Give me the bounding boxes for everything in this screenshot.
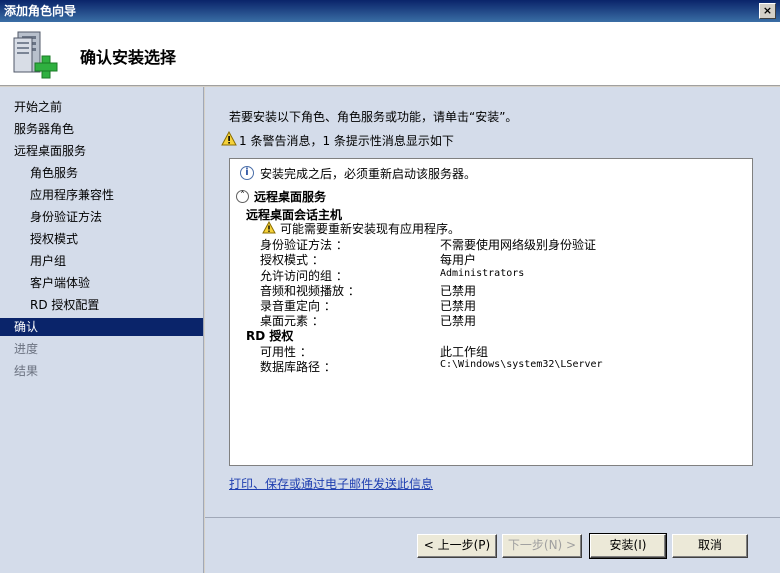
nav-item-rd-licensing-config[interactable]: RD 授权配置 bbox=[30, 296, 99, 314]
wizard-header: 确认安装选择 bbox=[0, 22, 780, 86]
nav-item-confirmation[interactable]: 确认 bbox=[0, 318, 203, 336]
nav-item-client-experience[interactable]: 客户端体验 bbox=[30, 274, 90, 292]
install-button[interactable]: 安装(I) bbox=[589, 533, 667, 559]
detail-value: C:\Windows\system32\LServer bbox=[440, 359, 603, 370]
detail-value: 已禁用 bbox=[440, 314, 477, 328]
restart-info-text: 安装完成之后，必须重新启动该服务器。 bbox=[260, 167, 477, 181]
nav-item-licensing-mode[interactable]: 授权模式 bbox=[30, 230, 78, 248]
window-titlebar: 添加角色向导 × bbox=[0, 0, 780, 22]
page-title: 确认安装选择 bbox=[80, 48, 177, 67]
info-icon: i bbox=[240, 166, 254, 180]
next-button: 下一步(N) > bbox=[502, 534, 582, 558]
wizard-footer: < 上一步(P) 下一步(N) > 安装(I) 取消 bbox=[205, 517, 780, 573]
detail-value: Administrators bbox=[440, 268, 525, 279]
detail-key: 授权模式 ： bbox=[260, 253, 324, 267]
nav-item-remote-desktop-services[interactable]: 远程桌面服务 bbox=[14, 142, 86, 160]
details-panel[interactable]: i 安装完成之后，必须重新启动该服务器。 ˄ 远程桌面服务 远程桌面会话主机 可… bbox=[229, 158, 753, 466]
section-title: 远程桌面服务 bbox=[254, 190, 327, 204]
nav-item-role-services[interactable]: 角色服务 bbox=[30, 164, 78, 182]
server-add-icon bbox=[13, 31, 58, 79]
wizard-nav: 开始之前 服务器角色 远程桌面服务 角色服务 应用程序兼容性 身份验证方法 授权… bbox=[0, 87, 204, 573]
cancel-button[interactable]: 取消 bbox=[672, 534, 748, 558]
warning-summary: 1 条警告消息，1 条提示性消息显示如下 bbox=[239, 134, 454, 148]
wizard-content: 若要安装以下角色、角色服务或功能，请单击“安装”。 1 条警告消息，1 条提示性… bbox=[205, 87, 780, 517]
print-save-email-link[interactable]: 打印、保存或通过电子邮件发送此信息 bbox=[229, 475, 433, 492]
intro-text: 若要安装以下角色、角色服务或功能，请单击“安装”。 bbox=[229, 110, 518, 124]
group-title-rd-licensing: RD 授权 bbox=[246, 329, 294, 343]
warning-icon bbox=[221, 131, 237, 146]
previous-button[interactable]: < 上一步(P) bbox=[417, 534, 497, 558]
warning-icon bbox=[262, 221, 276, 234]
window-title: 添加角色向导 bbox=[4, 4, 77, 18]
nav-item-progress: 进度 bbox=[14, 342, 39, 356]
reinstall-note: 可能需要重新安装现有应用程序。 bbox=[280, 222, 461, 236]
detail-value: 此工作组 bbox=[440, 345, 489, 359]
nav-item-app-compatibility[interactable]: 应用程序兼容性 bbox=[30, 186, 114, 204]
close-button[interactable]: × bbox=[759, 3, 776, 19]
nav-item-user-groups[interactable]: 用户组 bbox=[30, 252, 66, 270]
nav-item-server-roles[interactable]: 服务器角色 bbox=[14, 120, 74, 138]
detail-value: 每用户 bbox=[440, 253, 477, 267]
nav-item-results: 结果 bbox=[14, 364, 39, 378]
nav-item-before-you-begin[interactable]: 开始之前 bbox=[14, 98, 62, 116]
nav-item-authentication-method[interactable]: 身份验证方法 bbox=[30, 208, 102, 226]
detail-key: 数据库路径 ： bbox=[260, 360, 336, 374]
collapse-toggle-icon[interactable]: ˄ bbox=[236, 190, 249, 203]
